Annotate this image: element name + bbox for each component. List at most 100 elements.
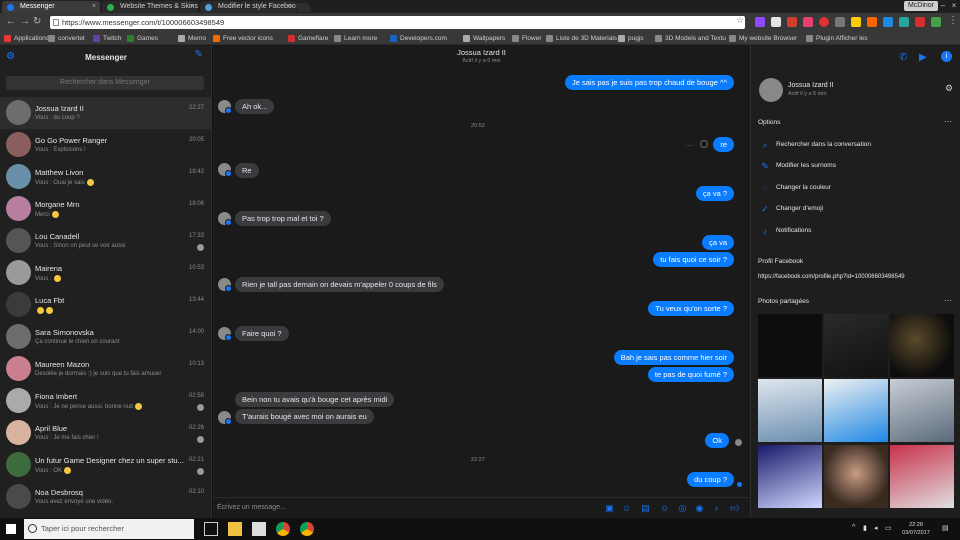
shared-photo[interactable] [890, 379, 954, 442]
outgoing-message[interactable]: Ok [705, 433, 729, 448]
minimize-icon[interactable]: – [938, 0, 948, 12]
extension-icon[interactable] [899, 17, 909, 27]
microphone-icon[interactable]: ♁ [712, 504, 721, 513]
conversation-item[interactable]: Mairena Vous : 10:53 [0, 257, 212, 289]
incoming-message[interactable]: Rien je tall pas demain on devais m'appe… [235, 277, 444, 292]
contact-avatar[interactable] [759, 78, 783, 102]
shared-photo[interactable] [758, 314, 822, 377]
extension-icon[interactable] [771, 17, 781, 27]
bookmark-item[interactable]: My website Browser [729, 33, 797, 44]
incoming-message[interactable]: Pas trop trop mal et toi ? [235, 211, 331, 226]
conversation-item[interactable]: Maureen Mazon Desolée je dormais :) je s… [0, 353, 212, 385]
back-icon[interactable]: ← [6, 16, 16, 28]
extension-icon[interactable] [803, 17, 813, 27]
close-tab-icon[interactable]: × [288, 1, 292, 13]
conversation-item[interactable]: April Blue Vous : Je me fais chier ! 02:… [0, 417, 212, 449]
shared-photo[interactable] [890, 314, 954, 377]
incoming-message[interactable]: Ah ok... [235, 99, 275, 114]
message-input[interactable]: Écrivez un message... [217, 504, 286, 511]
details-contact-name[interactable]: Jossua Izard II [788, 82, 834, 89]
conversation-item[interactable]: Matthew Livon Vous : Ouai je sais 18:42 [0, 161, 212, 193]
shared-photo[interactable] [824, 379, 888, 442]
option-edit-nicknames[interactable]: Modifier les surnoms [776, 162, 836, 169]
shared-photo[interactable] [758, 379, 822, 442]
bookmark-item[interactable]: Gameflare [288, 33, 328, 44]
shared-photo[interactable] [824, 445, 888, 508]
bookmark-item[interactable]: convertet [48, 33, 85, 44]
incoming-message[interactable]: Faire quoi ? [235, 326, 289, 341]
extension-icon[interactable] [883, 17, 893, 27]
shared-photo[interactable] [824, 314, 888, 377]
game-icon[interactable]: ◎ [678, 504, 687, 513]
outgoing-message[interactable]: ça va ? [695, 186, 734, 201]
bookmark-item[interactable]: Games [127, 33, 158, 44]
reload-icon[interactable]: ↻ [33, 16, 41, 28]
shared-photo[interactable] [890, 445, 954, 508]
bookmark-item[interactable]: Wallpapers [463, 33, 505, 44]
tab-modifier-style[interactable]: Modifier le style Faceboo × [200, 1, 296, 13]
shared-photo[interactable] [758, 445, 822, 508]
task-view-icon[interactable] [204, 522, 218, 536]
notifications-icon[interactable]: ▤ [942, 524, 949, 532]
outgoing-message[interactable]: Bah je sais pas comme hier soir [613, 350, 734, 365]
bookmark-item[interactable]: Developers.com [390, 33, 447, 44]
outgoing-message[interactable]: du coup ? [687, 472, 734, 487]
bookmark-item[interactable]: Flower [512, 33, 542, 44]
bookmark-item[interactable]: Free vector icons [213, 33, 273, 44]
phone-icon[interactable]: ✆ [899, 52, 907, 63]
outgoing-message[interactable]: tu fais quoi ce soir ? [653, 252, 734, 267]
bookmark-item[interactable]: Applications [4, 33, 49, 44]
extension-icon[interactable] [867, 17, 877, 27]
option-change-color[interactable]: Changer la couleur [776, 184, 831, 191]
conversation-item[interactable]: Sara Simonovska Ça continue le chien on … [0, 321, 212, 353]
close-tab-icon[interactable]: × [190, 1, 194, 13]
close-tab-icon[interactable]: × [92, 1, 96, 13]
tray-chevron-icon[interactable]: ^ [852, 524, 855, 531]
taskbar-clock[interactable]: 22:28 03/07/2017 [896, 521, 936, 537]
thumbs-up-icon[interactable]: 👍︎ [730, 504, 739, 513]
taskbar-search-input[interactable]: Taper ici pour rechercher [24, 519, 194, 539]
tab-messenger[interactable]: Messenger × [2, 1, 100, 13]
twitch-extension-icon[interactable] [755, 17, 765, 27]
image-icon[interactable]: ▣ [605, 504, 614, 513]
language-icon[interactable]: ▭ [885, 524, 892, 532]
chrome-icon[interactable] [276, 522, 290, 536]
new-message-icon[interactable]: ✎ [195, 49, 203, 60]
conversation-item[interactable]: Un futur Game Designer chez un super stu… [0, 449, 212, 481]
conversation-item[interactable]: Noa Desbrosq Vous avez envoyé une vidéo.… [0, 481, 212, 513]
emoji-reaction-icon[interactable] [700, 140, 708, 148]
video-call-icon[interactable]: ▶ [919, 52, 927, 63]
conversation-item[interactable]: Luca Fbt 13:44 [0, 289, 212, 321]
bookmark-item[interactable]: pugjs [618, 33, 644, 44]
gif-icon[interactable]: ▤ [641, 504, 650, 513]
bookmark-item[interactable]: 3D Models and Textu [655, 33, 726, 44]
bookmark-item[interactable]: Memo [178, 33, 206, 44]
outgoing-message[interactable]: re [713, 137, 734, 152]
browser-menu-icon[interactable]: ⋮ [948, 15, 958, 27]
sticker-icon[interactable]: ☺ [622, 504, 631, 513]
opera-extension-icon[interactable] [819, 17, 829, 27]
option-notifications[interactable]: Notifications [776, 227, 811, 234]
extension-icon[interactable] [915, 17, 925, 27]
extension-icon[interactable] [787, 17, 797, 27]
extension-icon[interactable] [931, 17, 941, 27]
new-tab-button[interactable] [294, 3, 312, 12]
store-icon[interactable] [252, 522, 266, 536]
gear-icon[interactable]: ⚙ [945, 83, 953, 94]
conversation-item[interactable]: Morgane Mrn Merci 18:06 [0, 193, 212, 225]
outgoing-message[interactable]: Tu veux qu'on sorte ? [648, 301, 734, 316]
more-options-icon[interactable]: ⋯ [944, 117, 952, 126]
bookmark-star-icon[interactable]: ☆ [736, 15, 744, 26]
outgoing-message[interactable]: te pas de quoi fumé ? [647, 367, 734, 382]
volume-icon[interactable]: ◂ [874, 524, 878, 532]
extension-icon[interactable] [851, 17, 861, 27]
incoming-message[interactable]: T'aurais bougé avec moi on aurais eu [235, 409, 374, 424]
conversation-item[interactable]: Jossua Izard II Vous : du coup ? 22:27 [0, 97, 212, 129]
incoming-message[interactable]: Bein non tu avais qu'à bouge cet après m… [235, 392, 395, 407]
tab-website-themes[interactable]: Website Themes & Skins × [102, 1, 198, 13]
more-options-icon[interactable]: ⋯ [944, 296, 952, 305]
info-icon[interactable]: i [941, 51, 952, 62]
windows-start-icon[interactable] [6, 524, 16, 534]
conversation-item[interactable]: Fiona Imbert Vous : Je ne pense aussi, b… [0, 385, 212, 417]
option-change-emoji[interactable]: Changer d'emoji [776, 205, 823, 212]
